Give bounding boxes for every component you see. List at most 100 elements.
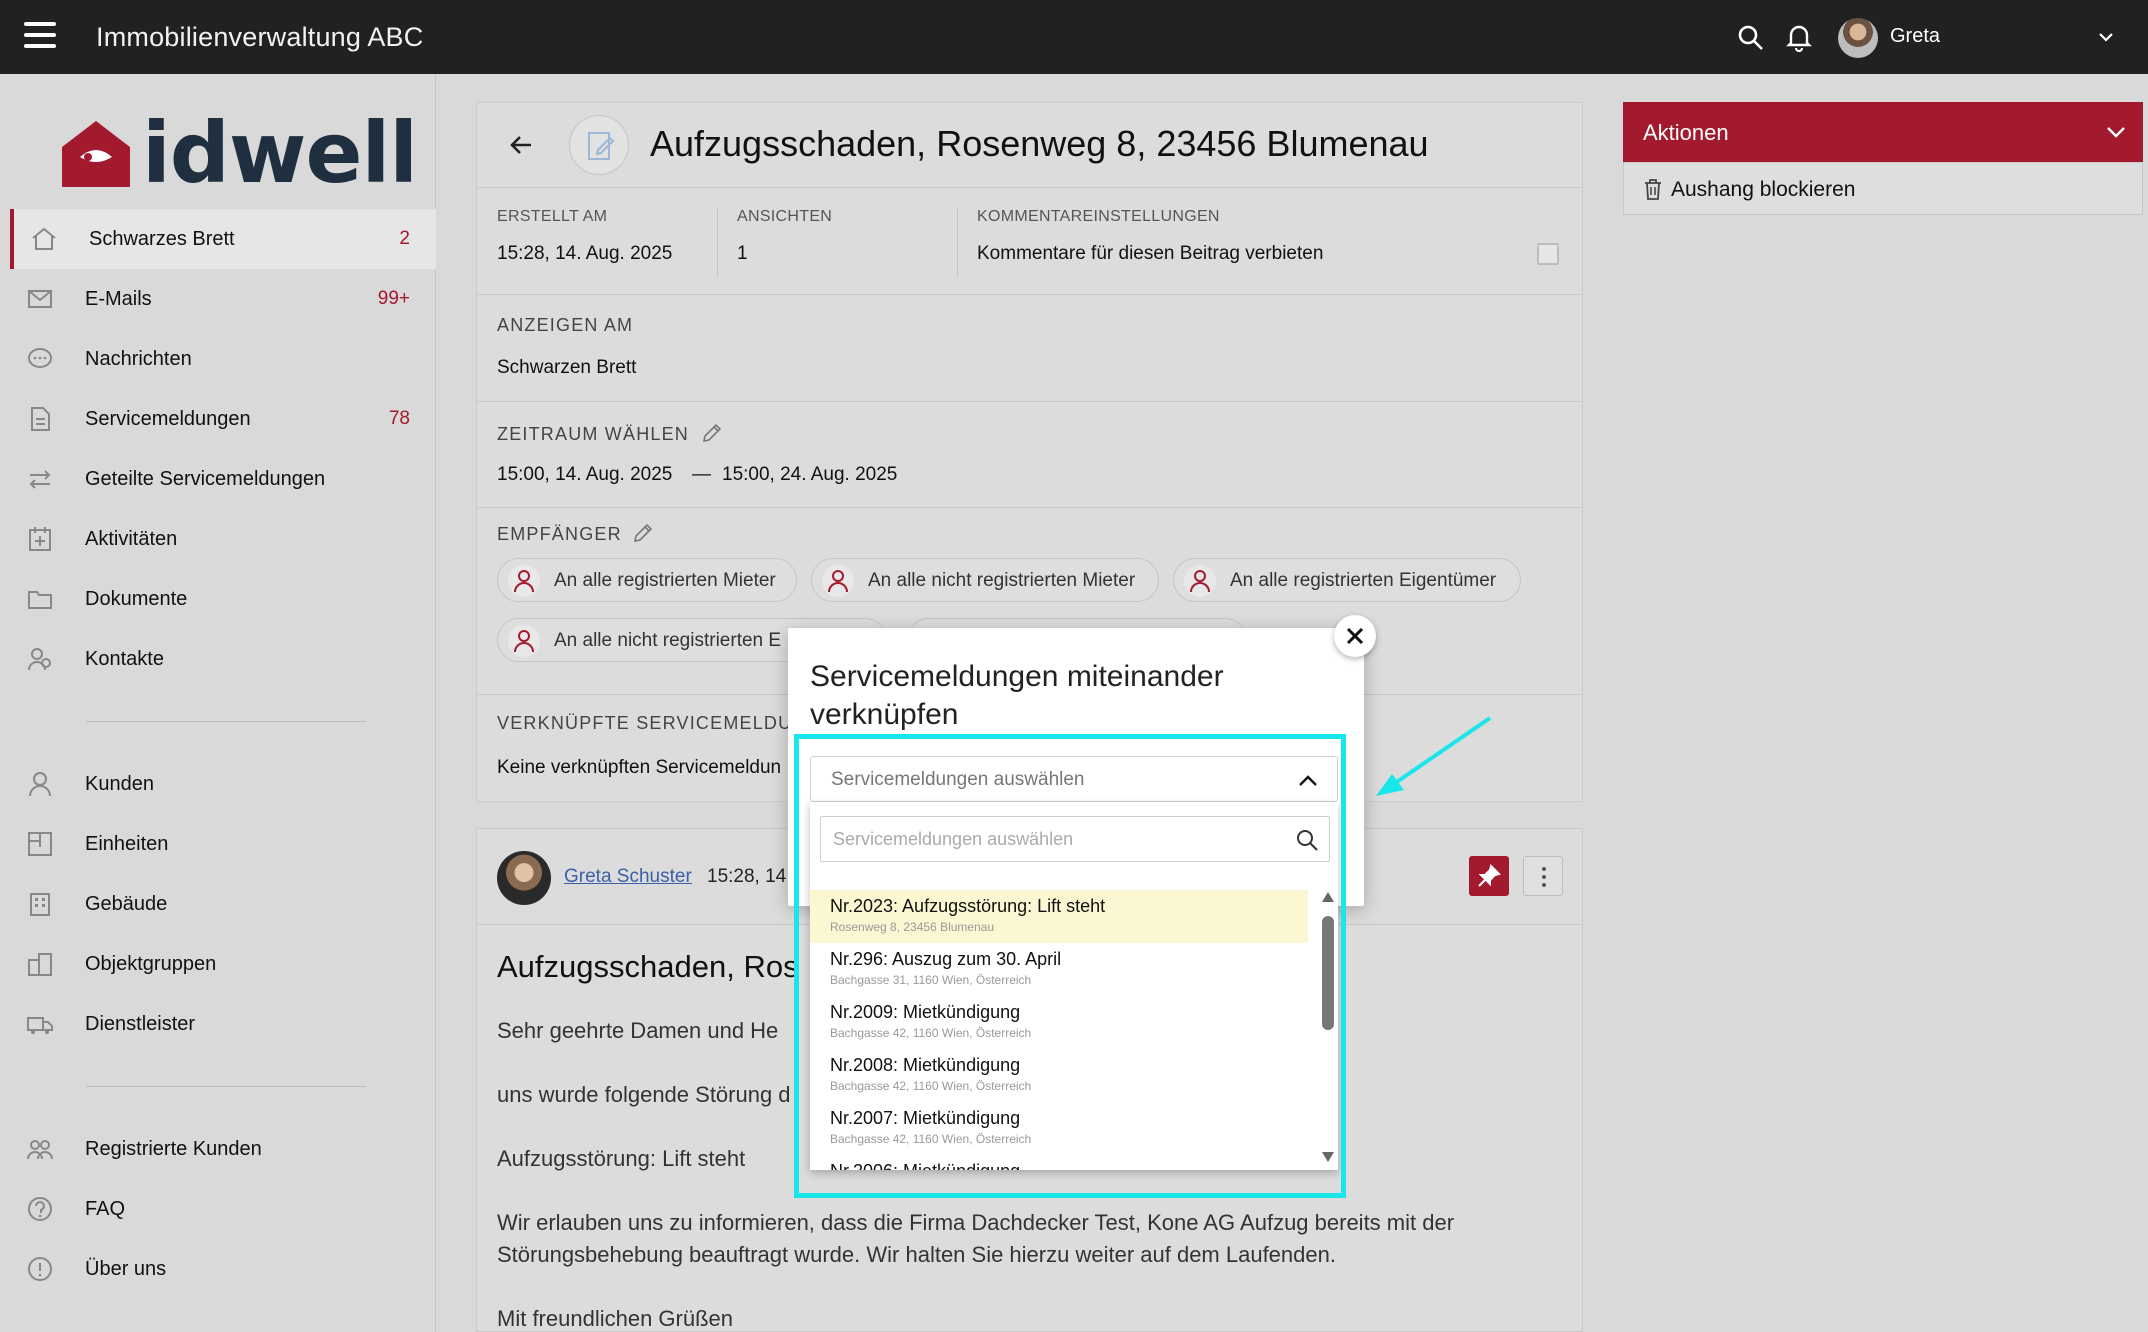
sidebar-item-e-mails[interactable]: E-Mails 99+ — [10, 269, 436, 329]
recipient-chip[interactable]: An alle registrierten Eigentümer — [1173, 558, 1521, 602]
sidebar-item-kunden[interactable]: Kunden — [10, 754, 436, 814]
user-name[interactable]: Greta — [1890, 25, 1940, 48]
sidebar-item-label: Einheiten — [85, 833, 169, 855]
recipient-chip[interactable]: An alle registrierten Mieter — [497, 558, 797, 602]
author-link[interactable]: Greta Schuster — [564, 866, 692, 888]
annotation-highlight-box — [794, 734, 1346, 1198]
logo-house-icon — [62, 121, 130, 187]
meta-divider — [717, 208, 718, 276]
sidebar-item-einheiten[interactable]: Einheiten — [10, 814, 436, 874]
buildings-icon — [28, 953, 52, 976]
sidebar-item-faq[interactable]: FAQ — [10, 1179, 436, 1239]
meta-divider — [957, 208, 958, 276]
period-end: 15:00, 24. Aug. 2025 — [722, 464, 898, 485]
sidebar-item-gebaeude[interactable]: Gebäude — [10, 874, 436, 934]
sidebar-item-label: Schwarzes Brett — [89, 228, 235, 250]
post-line: Störungsbehebung beauftragt wurde. Wir h… — [497, 1242, 1336, 1267]
views-label: ANSICHTEN — [737, 208, 833, 225]
info-icon — [28, 1257, 52, 1281]
sidebar-item-schwarzes-brett[interactable]: Schwarzes Brett 2 — [10, 209, 436, 269]
document-icon — [31, 407, 50, 431]
actions-header[interactable]: Aktionen — [1623, 102, 2143, 162]
sidebar-item-label: Nachrichten — [85, 348, 192, 370]
close-modal-button[interactable] — [1334, 615, 1376, 657]
period-start: 15:00, 14. Aug. 2025 — [497, 464, 673, 485]
count-badge: 99+ — [377, 288, 410, 309]
annotation-arrow-icon — [1376, 716, 1492, 796]
card-header: Aufzugsschaden, Rosenweg 8, 23456 Blumen… — [477, 103, 1582, 188]
actions-panel: Aktionen Aushang blockieren — [1623, 102, 2143, 215]
sidebar-item-label: Kunden — [85, 773, 154, 795]
count-badge: 2 — [399, 228, 410, 249]
post-line: Wir erlauben uns zu informieren, dass di… — [497, 1210, 1455, 1235]
chevron-down-icon[interactable] — [2097, 30, 2115, 44]
sidebar-item-label: Registrierte Kunden — [85, 1138, 262, 1160]
edit-pencil-icon[interactable] — [632, 522, 654, 544]
chat-icon — [28, 348, 52, 368]
sidebar-item-dokumente[interactable]: Dokumente — [10, 569, 436, 629]
comments-label: KOMMENTAREINSTELLUNGEN — [977, 208, 1220, 225]
truck-icon — [27, 1017, 53, 1034]
meta-row: ERSTELLT AM 15:28, 14. Aug. 2025 ANSICHT… — [477, 188, 1582, 295]
block-notice-button[interactable]: Aushang blockieren — [1623, 162, 2143, 215]
recipients-label: EMPFÄNGER — [497, 524, 622, 544]
sidebar-item-registrierte-kunden[interactable]: Registrierte Kunden — [10, 1119, 436, 1179]
actions-title: Aktionen — [1643, 120, 1729, 145]
sidebar-item-ueber-uns[interactable]: Über uns — [10, 1239, 436, 1299]
post-time: 15:28, 14. — [707, 866, 792, 887]
sidebar-item-geteilte-servicemeldungen[interactable]: Geteilte Servicemeldungen — [10, 449, 436, 509]
sidebar-divider — [86, 1086, 366, 1087]
recipient-chip[interactable]: An alle nicht registrierten Mieter — [811, 558, 1159, 602]
sidebar-item-aktivitaeten[interactable]: Aktivitäten — [10, 509, 436, 569]
count-badge: 78 — [388, 408, 410, 429]
period-label: ZEITRAUM WÄHLEN — [497, 424, 690, 444]
sidebar-item-label: Servicemeldungen — [85, 408, 251, 430]
sidebar-item-label: Aktivitäten — [85, 528, 178, 550]
more-options-button[interactable] — [1523, 856, 1563, 896]
help-icon — [28, 1197, 52, 1221]
user-avatar[interactable] — [1838, 18, 1878, 58]
floorplan-icon — [28, 832, 52, 856]
bell-icon[interactable] — [1785, 22, 1813, 52]
sidebar-item-kontakte[interactable]: Kontakte — [10, 629, 436, 689]
contacts-icon — [28, 648, 51, 671]
sidebar-item-label: Objektgruppen — [85, 953, 217, 975]
back-arrow-icon[interactable] — [507, 131, 535, 159]
created-label: ERSTELLT AM — [497, 208, 608, 225]
block-notice-label: Aushang blockieren — [1671, 178, 1856, 201]
sidebar-item-dienstleister[interactable]: Dienstleister — [10, 994, 436, 1054]
sidebar-item-label: Dienstleister — [85, 1013, 196, 1035]
menu-icon[interactable] — [24, 22, 56, 50]
folder-icon — [28, 591, 52, 609]
search-icon[interactable] — [1737, 24, 1765, 52]
post-title: Aufzugsschaden, Ros — [497, 949, 799, 984]
chevron-down-icon — [2107, 127, 2125, 138]
views-value: 1 — [737, 243, 748, 264]
views-meta: ANSICHTEN 1 — [737, 208, 832, 265]
sidebar-item-nachrichten[interactable]: Nachrichten — [10, 329, 436, 389]
show-on-section: ANZEIGEN AM Schwarzen Brett — [477, 295, 1582, 402]
pin-button[interactable] — [1469, 856, 1509, 896]
pin-icon — [1478, 864, 1501, 887]
post-type-icon — [569, 115, 629, 175]
edit-pencil-icon[interactable] — [701, 422, 723, 444]
post-line: uns wurde folgende Störung d — [497, 1082, 791, 1107]
sidebar-item-label: Gebäude — [85, 893, 168, 915]
home-icon — [32, 227, 56, 250]
sidebar-item-label: Über uns — [85, 1258, 167, 1280]
sidebar-item-objektgruppen[interactable]: Objektgruppen — [10, 934, 436, 994]
forbid-comments-checkbox[interactable] — [1537, 243, 1559, 265]
show-on-label: ANZEIGEN AM — [497, 315, 634, 335]
logo[interactable]: idwell — [58, 104, 418, 202]
sidebar-item-servicemeldungen[interactable]: Servicemeldungen 78 — [10, 389, 436, 449]
sidebar-divider — [86, 721, 366, 722]
created-meta: ERSTELLT AM 15:28, 14. Aug. 2025 — [497, 208, 672, 265]
period-section: ZEITRAUM WÄHLEN 15:00, 14. Aug. 2025 — 1… — [477, 402, 1582, 508]
sidebar-item-label: Dokumente — [85, 588, 188, 610]
close-icon — [1346, 627, 1364, 645]
comments-value: Kommentare für diesen Beitrag verbieten — [977, 243, 1324, 264]
show-on-value: Schwarzen Brett — [497, 357, 637, 378]
author-avatar — [497, 851, 551, 905]
swap-icon — [29, 470, 51, 489]
user-outline-icon — [1184, 565, 1216, 597]
